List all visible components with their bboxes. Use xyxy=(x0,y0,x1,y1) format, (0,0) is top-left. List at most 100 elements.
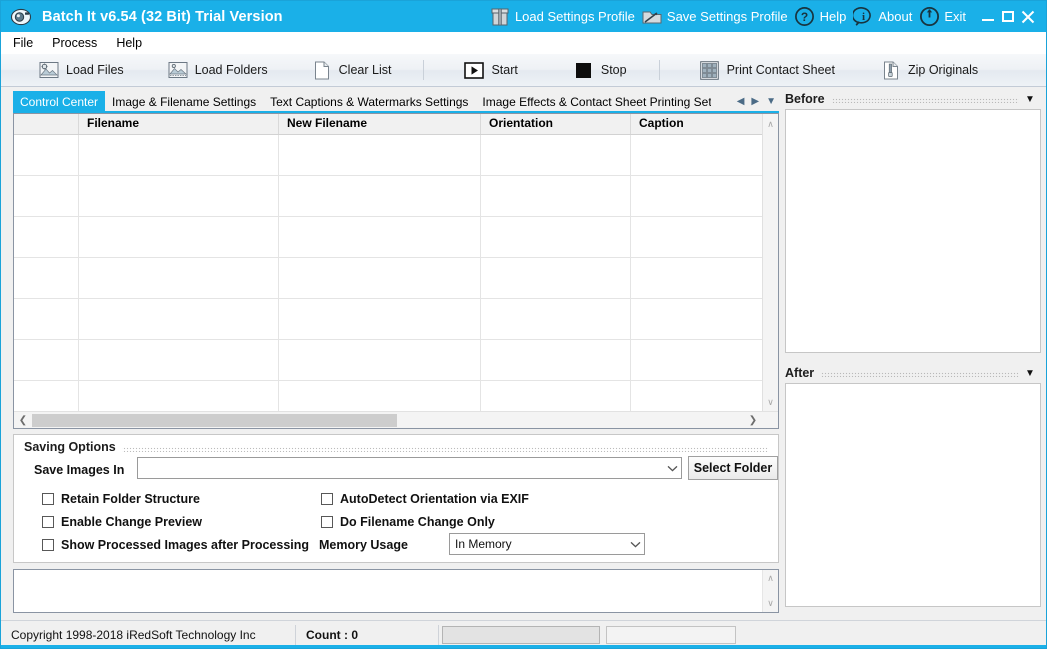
grid-horizontal-scrollbar[interactable]: ❮ ❯ xyxy=(14,411,778,428)
memory-usage-select[interactable]: In Memory xyxy=(449,533,645,555)
row-cell-orientation xyxy=(481,217,631,257)
scroll-up-icon[interactable]: ∧ xyxy=(763,116,778,132)
toolbar-separator-1 xyxy=(423,60,425,80)
power-arrow-icon xyxy=(917,5,941,29)
scroll-down-icon[interactable]: ∨ xyxy=(763,596,778,611)
tab-image-effects-contact-sheet-printing-settings[interactable]: Image Effects & Contact Sheet Printing S… xyxy=(475,91,711,111)
svg-text:?: ? xyxy=(801,10,808,24)
table-row[interactable] xyxy=(14,135,778,176)
row-cell-selector xyxy=(14,299,79,339)
help-button[interactable]: ? Help xyxy=(792,1,851,32)
scroll-down-icon[interactable]: ∨ xyxy=(763,394,778,410)
grid-vertical-scrollbar[interactable]: ∧ ∨ xyxy=(762,114,778,428)
tab-image-filename-settings[interactable]: Image & Filename Settings xyxy=(105,91,263,111)
table-row[interactable] xyxy=(14,258,778,299)
row-cell-filename xyxy=(79,258,279,298)
tab-control-center[interactable]: Control Center xyxy=(13,91,106,111)
log-vertical-scrollbar[interactable]: ∧ ∨ xyxy=(762,570,778,612)
application-window: Batch It v6.54 (32 Bit) Trial Version Lo… xyxy=(0,0,1047,649)
grid-header-row: Filename New Filename Orientation Captio… xyxy=(14,114,778,135)
table-row[interactable] xyxy=(14,299,778,340)
do-filename-change-only-checkbox[interactable]: Do Filename Change Only xyxy=(321,515,495,529)
file-list-grid[interactable]: Filename New Filename Orientation Captio… xyxy=(13,113,779,429)
save-settings-profile-button[interactable]: Save Settings Profile xyxy=(639,1,792,32)
preview-panel: Before ▼ After ▼ xyxy=(785,89,1041,619)
zip-originals-label: Zip Originals xyxy=(907,63,979,77)
row-cell-selector xyxy=(14,340,79,380)
retain-folder-structure-checkbox[interactable]: Retain Folder Structure xyxy=(42,492,200,506)
copyright-text: Copyright 1998-2018 iRedSoft Technology … xyxy=(1,624,296,645)
zip-originals-button[interactable]: Zip Originals xyxy=(871,57,988,84)
chevron-down-icon[interactable] xyxy=(664,458,681,478)
autodetect-orientation-exif-label: AutoDetect Orientation via EXIF xyxy=(340,492,529,506)
autodetect-orientation-exif-checkbox[interactable]: AutoDetect Orientation via EXIF xyxy=(321,492,529,506)
about-button[interactable]: i About xyxy=(850,1,916,32)
grid-header-caption[interactable]: Caption xyxy=(631,114,762,134)
saving-options-title: Saving Options xyxy=(24,440,122,454)
grid-header-selector[interactable] xyxy=(14,114,79,134)
menu-file[interactable]: File xyxy=(13,34,42,52)
menu-process[interactable]: Process xyxy=(52,34,106,52)
tab-list-icon[interactable]: ▼ xyxy=(766,96,776,107)
row-cell-selector xyxy=(14,217,79,257)
grid-header-filename[interactable]: Filename xyxy=(79,114,279,134)
open-box-icon xyxy=(488,5,512,29)
toolbar-separator-2 xyxy=(658,60,660,80)
row-cell-selector xyxy=(14,258,79,298)
horizontal-scroll-thumb[interactable] xyxy=(32,414,397,427)
scroll-left-icon[interactable]: ❮ xyxy=(15,412,31,428)
checkbox-box[interactable] xyxy=(321,493,333,505)
info-bubble-icon: i xyxy=(851,5,875,29)
after-collapse-icon[interactable]: ▼ xyxy=(1019,368,1041,379)
after-preview-area[interactable] xyxy=(785,383,1041,607)
table-row[interactable] xyxy=(14,176,778,217)
save-images-in-combo[interactable] xyxy=(137,457,682,479)
tab-next-icon[interactable]: ▶ xyxy=(751,96,759,107)
menu-help[interactable]: Help xyxy=(116,34,151,52)
row-cell-filename xyxy=(79,340,279,380)
minimize-button[interactable] xyxy=(978,5,998,29)
load-folders-label: Load Folders xyxy=(194,63,268,77)
load-files-button[interactable]: Load Files xyxy=(29,57,134,84)
before-preview-area[interactable] xyxy=(785,109,1041,353)
show-processed-images-label: Show Processed Images after Processing xyxy=(61,538,310,552)
before-divider xyxy=(831,97,1019,103)
checkbox-box[interactable] xyxy=(42,516,54,528)
stop-square-icon xyxy=(574,60,594,80)
enable-change-preview-checkbox[interactable]: Enable Change Preview xyxy=(42,515,202,529)
grid-header-orientation[interactable]: Orientation xyxy=(481,114,631,134)
chevron-down-icon[interactable] xyxy=(627,534,644,554)
exit-button[interactable]: Exit xyxy=(916,1,970,32)
grid-header-new-filename[interactable]: New Filename xyxy=(279,114,481,134)
load-settings-profile-button[interactable]: Load Settings Profile xyxy=(487,1,639,32)
log-textarea[interactable]: ∧ ∨ xyxy=(13,569,779,613)
tab-prev-icon[interactable]: ◀ xyxy=(737,96,745,107)
row-cell-filename xyxy=(79,135,279,175)
stop-button[interactable]: Stop xyxy=(564,57,637,84)
print-contact-sheet-button[interactable]: Print Contact Sheet xyxy=(690,57,845,84)
scroll-up-icon[interactable]: ∧ xyxy=(763,571,778,586)
close-button[interactable] xyxy=(1018,5,1038,29)
checkbox-box[interactable] xyxy=(42,493,54,505)
select-folder-button[interactable]: Select Folder xyxy=(688,456,778,480)
table-row[interactable] xyxy=(14,217,778,258)
title-bar: Batch It v6.54 (32 Bit) Trial Version Lo… xyxy=(1,1,1046,32)
row-cell-caption xyxy=(631,135,762,175)
print-contact-sheet-label: Print Contact Sheet xyxy=(726,63,835,77)
table-row[interactable] xyxy=(14,340,778,381)
scroll-right-icon[interactable]: ❯ xyxy=(745,412,761,428)
tab-text-captions-watermarks-settings[interactable]: Text Captions & Watermarks Settings xyxy=(263,91,475,111)
play-icon xyxy=(464,60,485,80)
load-folders-button[interactable]: Load Folders xyxy=(158,57,278,84)
start-button[interactable]: Start xyxy=(454,57,527,84)
checkbox-box[interactable] xyxy=(42,539,54,551)
clear-list-button[interactable]: Clear List xyxy=(302,57,402,84)
maximize-button[interactable] xyxy=(998,5,1018,29)
checkbox-box[interactable] xyxy=(321,516,333,528)
log-content xyxy=(14,570,778,576)
row-cell-selector xyxy=(14,135,79,175)
load-folders-icon xyxy=(168,60,188,80)
before-collapse-icon[interactable]: ▼ xyxy=(1019,94,1041,105)
show-processed-images-checkbox[interactable]: Show Processed Images after Processing xyxy=(42,538,309,552)
row-cell-filename xyxy=(79,217,279,257)
